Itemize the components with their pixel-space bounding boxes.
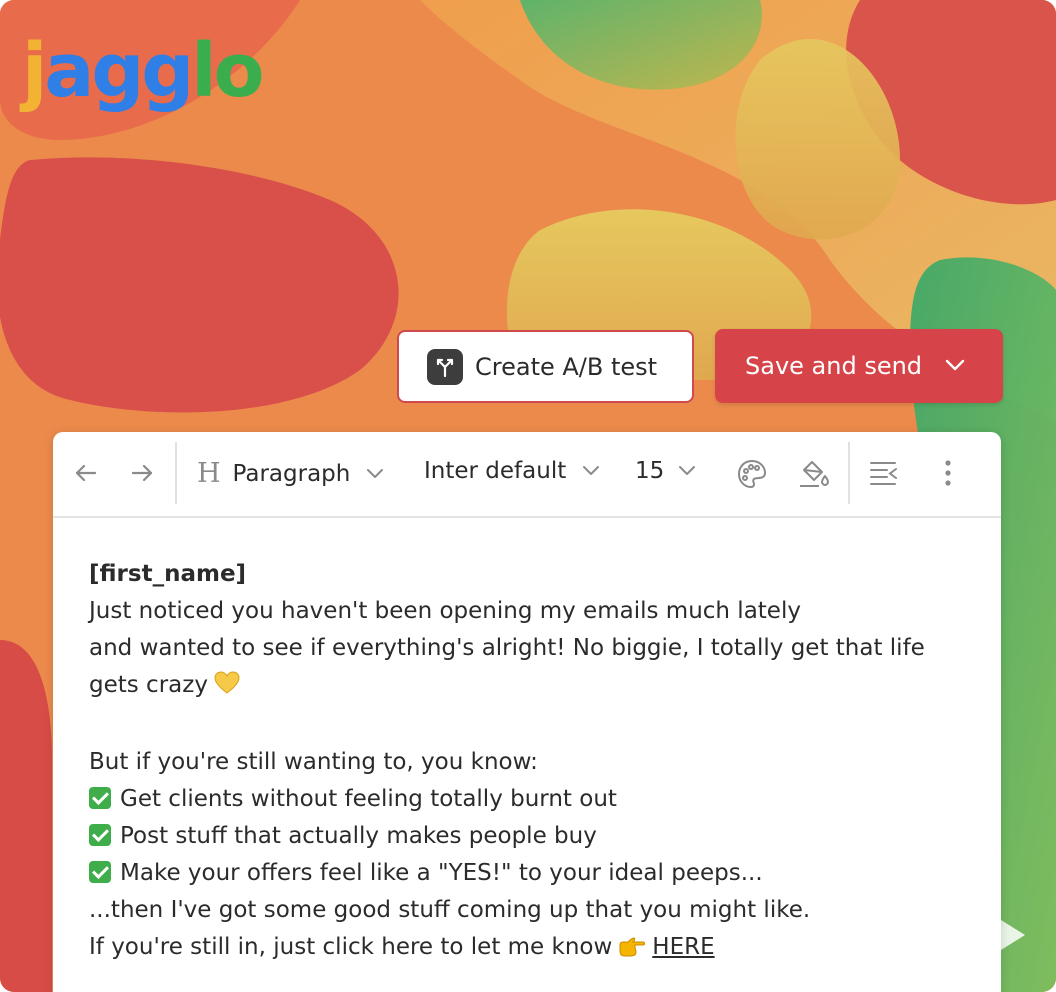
more-vertical-icon[interactable] xyxy=(943,458,953,488)
bullet-item: Post stuff that actually makes people bu… xyxy=(89,818,1001,855)
paint-bucket-icon[interactable] xyxy=(797,458,831,490)
bullet-text: Make your offers feel like a "YES!" to y… xyxy=(120,860,763,886)
palette-icon[interactable] xyxy=(736,458,768,490)
chevron-down-icon xyxy=(583,466,600,475)
bullet-item: Make your offers feel like a "YES!" to y… xyxy=(89,855,1001,892)
greeting-merge-tag: [first_name] xyxy=(89,561,247,587)
email-line: Just noticed you haven't been opening my… xyxy=(89,598,801,624)
email-line-text: If you're still in, just click here to l… xyxy=(89,934,613,960)
font-size-select[interactable]: 15 xyxy=(635,458,696,484)
check-mark-icon xyxy=(89,824,111,846)
text-direction-icon[interactable] xyxy=(869,460,899,486)
logo-letter: l xyxy=(191,28,216,114)
block-type-value: Paragraph xyxy=(232,460,351,487)
email-editor: H Paragraph Inter default 15 [first_name… xyxy=(53,432,1001,992)
font-size-value: 15 xyxy=(635,458,665,484)
editor-toolbar: H Paragraph Inter default 15 xyxy=(53,432,1001,518)
split-arrows-icon xyxy=(427,348,463,385)
undo-icon[interactable] xyxy=(73,460,99,486)
email-line-text: gets crazy xyxy=(89,672,208,698)
email-line: But if you're still wanting to, you know… xyxy=(89,749,538,775)
logo-letter: j xyxy=(22,28,47,114)
yellow-heart-icon xyxy=(214,670,240,707)
font-family-select[interactable]: Inter default xyxy=(424,458,600,484)
chevron-down-icon[interactable] xyxy=(944,357,966,376)
here-link[interactable]: HERE xyxy=(652,934,714,960)
toolbar-divider xyxy=(175,442,177,504)
heading-icon: H xyxy=(197,458,221,489)
bullet-item: Get clients without feeling totally burn… xyxy=(89,781,1001,818)
toolbar-divider xyxy=(848,442,850,504)
email-line: gets crazy xyxy=(89,667,1001,707)
create-ab-test-label: Create A/B test xyxy=(475,352,658,381)
logo-letter: o xyxy=(213,28,265,114)
email-body[interactable]: [first_name] Just noticed you haven't be… xyxy=(53,518,1001,969)
check-mark-icon xyxy=(89,787,111,809)
pointing-hand-icon xyxy=(618,932,646,969)
jagglo-logo: jagglo xyxy=(22,28,265,114)
logo-letter: g xyxy=(141,28,194,114)
email-line: If you're still in, just click here to l… xyxy=(89,929,1001,969)
create-ab-test-button[interactable]: Create A/B test xyxy=(397,330,694,403)
save-and-send-button[interactable]: Save and send xyxy=(715,329,1003,403)
save-and-send-label: Save and send xyxy=(745,352,923,380)
block-type-select[interactable]: H Paragraph xyxy=(197,458,384,489)
font-family-value: Inter default xyxy=(424,458,567,484)
chevron-down-icon xyxy=(367,468,384,478)
chevron-down-icon xyxy=(679,466,696,475)
bullet-text: Get clients without feeling totally burn… xyxy=(120,786,617,812)
email-line: ...then I've got some good stuff coming … xyxy=(89,897,811,923)
logo-letter: a xyxy=(44,28,94,114)
bullet-text: Post stuff that actually makes people bu… xyxy=(120,823,597,849)
email-line: and wanted to see if everything's alrigh… xyxy=(89,635,925,661)
logo-letter: g xyxy=(91,28,144,114)
redo-icon[interactable] xyxy=(129,460,155,486)
app-window: jagglo Create A/B test Save and send H P… xyxy=(0,0,1056,992)
check-mark-icon xyxy=(89,861,111,883)
